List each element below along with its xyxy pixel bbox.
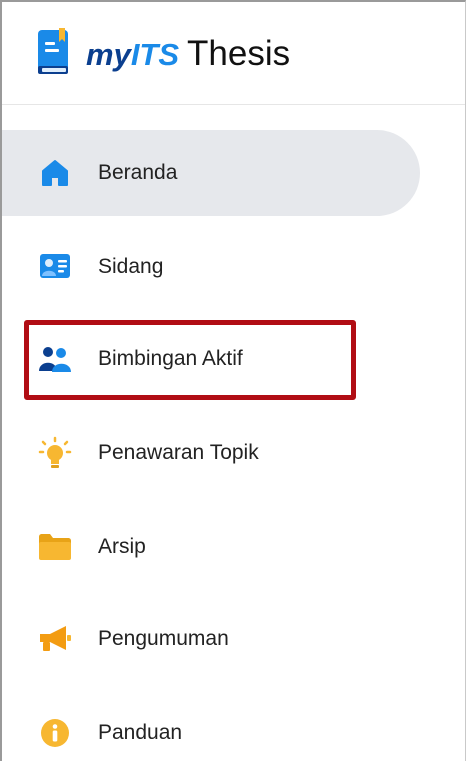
folder-icon (38, 530, 72, 564)
sidebar-item-label: Arsip (98, 535, 146, 558)
sidebar-item-label: Panduan (98, 721, 183, 744)
brand-my: my (86, 37, 131, 72)
sidebar-item-label: Pengumuman (98, 627, 229, 650)
id-card-icon (38, 250, 72, 284)
home-icon (38, 156, 72, 190)
lightbulb-icon (38, 436, 72, 470)
sidebar-item-label: Bimbingan Aktif (98, 347, 243, 370)
app-title: my ITS Thesis (86, 32, 290, 76)
megaphone-icon (38, 622, 72, 656)
book-logo-icon (38, 28, 68, 74)
sidebar-header: my ITS Thesis (2, 2, 465, 105)
brand-thesis: Thesis (187, 34, 291, 73)
sidebar-item-label: Beranda (98, 161, 178, 184)
info-icon (38, 716, 72, 750)
sidebar-item-sidang[interactable]: Sidang (2, 224, 420, 310)
sidebar-item-arsip[interactable]: Arsip (2, 504, 420, 590)
sidebar-item-panduan[interactable]: Panduan (2, 690, 420, 761)
sidebar-item-label: Sidang (98, 255, 164, 278)
sidebar-item-bimbingan-aktif[interactable]: Bimbingan Aktif (2, 316, 420, 402)
sidebar-item-pengumuman[interactable]: Pengumuman (2, 596, 420, 682)
sidebar-item-penawaran-topik[interactable]: Penawaran Topik (2, 410, 420, 496)
users-icon (38, 342, 72, 376)
sidebar-panel: my ITS Thesis Beranda Sidang Bimbingan A… (0, 0, 466, 761)
brand-its: ITS (130, 37, 180, 72)
sidebar-item-beranda[interactable]: Beranda (2, 130, 420, 216)
sidebar-item-label: Penawaran Topik (98, 441, 259, 464)
